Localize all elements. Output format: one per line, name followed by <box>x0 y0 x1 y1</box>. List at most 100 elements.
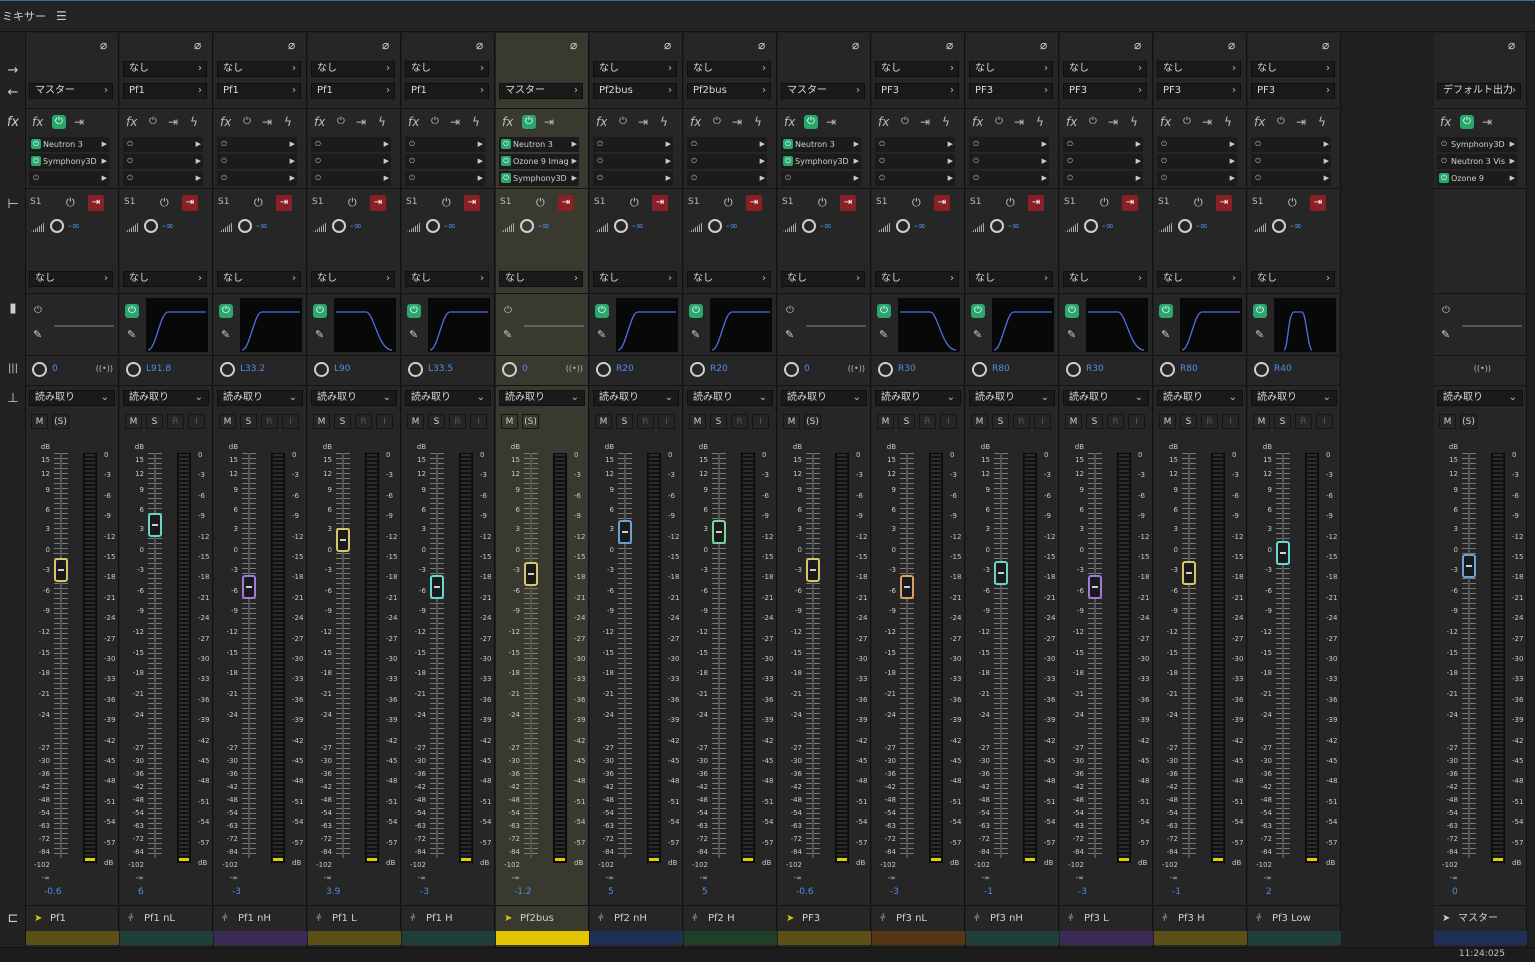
fx-icon[interactable]: fx <box>32 115 43 129</box>
eq-curve[interactable] <box>992 298 1054 352</box>
eq-curve[interactable] <box>898 298 960 352</box>
effect-slot[interactable]: ⏻ Neutron 3 ▶ <box>781 137 861 152</box>
effect-slot[interactable]: ⏻ Symphony3D ▶ <box>29 154 109 169</box>
effect-slot[interactable]: ⏻ ▶ <box>781 171 861 186</box>
record-button[interactable]: R <box>1201 414 1218 429</box>
effect-slot[interactable]: ⏻ ▶ <box>875 154 955 169</box>
send-target-select[interactable]: なし › <box>1157 271 1241 287</box>
automation-mode-select[interactable]: 読み取り ⌄ <box>969 390 1055 406</box>
effect-slot[interactable]: ⏻ ▶ <box>217 137 297 152</box>
effect-slot[interactable]: ⏻ ▶ <box>875 171 955 186</box>
effect-slot[interactable]: ⏻ Symphony3D ▶ <box>781 154 861 169</box>
eq-power-icon[interactable]: ⏻ <box>1439 304 1453 318</box>
effect-slot[interactable]: ⏻ Symphony3D ▶ <box>1437 137 1517 152</box>
send-power-icon[interactable]: ⏻ <box>1006 196 1015 210</box>
fader-handle[interactable] <box>1088 575 1102 599</box>
pan-knob[interactable] <box>220 362 235 377</box>
fx-icon[interactable]: fx <box>690 115 701 129</box>
solo-button[interactable]: S <box>240 414 257 429</box>
power-icon[interactable]: ⏻ <box>689 173 699 183</box>
effect-slot[interactable]: ⏻ ▶ <box>593 137 673 152</box>
power-icon[interactable]: ⏻ <box>595 156 605 166</box>
eq-power-icon[interactable]: ⏻ <box>595 304 609 318</box>
power-icon[interactable]: ⏻ <box>219 139 229 149</box>
route-icon[interactable]: ⇥ <box>1014 115 1024 129</box>
volume-value[interactable]: 3.9 <box>326 887 340 897</box>
fader-handle[interactable] <box>242 575 256 599</box>
power-icon[interactable]: ⏻ <box>971 139 981 149</box>
send-knob[interactable] <box>332 219 346 233</box>
power-icon[interactable]: ⏻ <box>1439 173 1449 183</box>
power-icon[interactable]: ⏻ <box>616 115 630 129</box>
send-power-icon[interactable]: ⏻ <box>724 196 733 210</box>
volume-value[interactable]: -1 <box>984 887 993 897</box>
record-button[interactable]: R <box>637 414 654 429</box>
mute-button[interactable]: M <box>313 414 330 429</box>
pan-knob[interactable] <box>878 362 893 377</box>
phase-invert-icon[interactable]: ⌀ <box>570 39 583 52</box>
eq-power-icon[interactable]: ⏻ <box>219 304 233 318</box>
bolt-icon[interactable]: ϟ <box>1130 115 1138 129</box>
send-power-icon[interactable]: ⏻ <box>66 196 75 210</box>
power-icon[interactable]: ⏻ <box>1159 139 1169 149</box>
track-name[interactable]: ➤ Pf1 <box>26 905 119 931</box>
pencil-icon[interactable]: ✎ <box>1441 328 1450 341</box>
automation-mode-select[interactable]: 読み取り ⌄ <box>405 390 491 406</box>
power-icon[interactable]: ⏻ <box>125 156 135 166</box>
route-icon[interactable]: ⇥ <box>1482 115 1492 129</box>
power-icon[interactable]: ⏻ <box>428 115 442 129</box>
phase-invert-icon[interactable]: ⌀ <box>1508 39 1521 52</box>
solo-safe-button[interactable]: (S) <box>522 414 539 429</box>
effect-slot[interactable]: ⏻ ▶ <box>687 137 767 152</box>
bolt-icon[interactable]: ϟ <box>660 115 668 129</box>
record-button[interactable]: R <box>731 414 748 429</box>
pencil-icon[interactable]: ✎ <box>973 328 982 341</box>
power-icon[interactable]: ⏻ <box>52 115 66 129</box>
effect-slot[interactable]: ⏻ ▶ <box>405 137 485 152</box>
output-select[interactable]: PF3 › <box>1063 83 1147 99</box>
route-icon[interactable]: ⇥ <box>1108 115 1118 129</box>
automation-mode-select[interactable]: 読み取り ⌄ <box>1437 390 1523 406</box>
pre-post-icon[interactable]: ⇥ <box>1122 195 1138 211</box>
volume-value[interactable]: -0.6 <box>796 887 814 897</box>
eq-curve[interactable] <box>804 298 866 352</box>
volume-value[interactable]: 5 <box>702 887 708 897</box>
power-icon[interactable]: ⏻ <box>1253 173 1263 183</box>
pencil-icon[interactable]: ✎ <box>1067 328 1076 341</box>
input-select[interactable]: なし › <box>687 61 771 77</box>
solo-safe-button[interactable]: (S) <box>804 414 821 429</box>
eq-power-icon[interactable]: ⏻ <box>689 304 703 318</box>
route-icon[interactable]: ⇥ <box>74 115 84 129</box>
fx-icon[interactable]: fx <box>126 115 137 129</box>
effect-slot[interactable]: ⏻ ▶ <box>969 137 1049 152</box>
route-icon[interactable]: ⇥ <box>732 115 742 129</box>
effect-slot[interactable]: ⏻ ▶ <box>1063 137 1143 152</box>
send-power-icon[interactable]: ⏻ <box>442 196 451 210</box>
pan-knob[interactable] <box>32 362 47 377</box>
output-select[interactable]: マスター › <box>499 83 583 99</box>
input-select[interactable]: なし › <box>969 61 1053 77</box>
input-select[interactable]: なし › <box>405 61 489 77</box>
power-icon[interactable]: ⏻ <box>522 115 536 129</box>
mute-button[interactable]: M <box>1159 414 1176 429</box>
effect-slot[interactable]: ⏻ ▶ <box>217 171 297 186</box>
volume-value[interactable]: 6 <box>138 887 144 897</box>
mute-button[interactable]: M <box>219 414 236 429</box>
record-button[interactable]: R <box>261 414 278 429</box>
send-power-icon[interactable]: ⏻ <box>254 196 263 210</box>
eq-power-icon[interactable]: ⏻ <box>877 304 891 318</box>
send-knob[interactable] <box>520 219 534 233</box>
mute-button[interactable]: M <box>877 414 894 429</box>
pan-icon[interactable]: ||| <box>0 363 26 374</box>
output-select[interactable]: PF3 › <box>1251 83 1335 99</box>
pan-knob[interactable] <box>1160 362 1175 377</box>
effect-slot[interactable]: ⏻ ▶ <box>1063 171 1143 186</box>
automation-mode-select[interactable]: 読み取り ⌄ <box>1063 390 1149 406</box>
input-select[interactable]: なし › <box>1251 61 1335 77</box>
power-icon[interactable]: ⏻ <box>313 156 323 166</box>
volume-value[interactable]: -1 <box>1172 887 1181 897</box>
route-icon[interactable]: ⇥ <box>920 115 930 129</box>
mute-button[interactable]: M <box>125 414 142 429</box>
route-icon[interactable]: ⇥ <box>544 115 554 129</box>
power-icon[interactable]: ⏻ <box>1439 156 1449 166</box>
